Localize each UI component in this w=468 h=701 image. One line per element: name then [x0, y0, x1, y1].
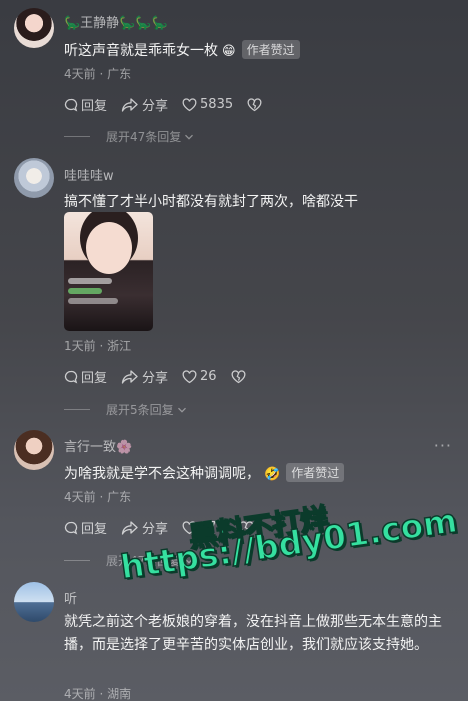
dislike-button[interactable] [247, 97, 265, 112]
emoji-icon: 🤣 [264, 467, 281, 482]
heart-icon [182, 97, 197, 111]
comment-author[interactable]: 🦕王静静🦕🦕🦕 [64, 12, 168, 31]
emoji-icon: 😁 [222, 44, 236, 59]
avatar[interactable] [14, 8, 54, 48]
share-icon [121, 520, 138, 535]
comment-actions: 回复 分享 5835 [64, 95, 279, 114]
comment-author[interactable]: 言行一致🌸 [64, 436, 132, 455]
comment-text: 就凭之前这个老板娘的穿着，没在抖音上做那些无本生意的主播，而是选择了更辛苦的实体… [64, 614, 442, 653]
image-subject [86, 222, 132, 274]
heart-icon [182, 369, 197, 383]
image-overlay [68, 288, 102, 294]
share-icon [121, 369, 138, 384]
comment-text: 听这声音就是乖乖女一枚 😁 作者赞过 [64, 40, 300, 60]
share-label: 分享 [142, 371, 169, 386]
comment-image[interactable] [64, 212, 153, 331]
comment-meta: 4天前 · 广东 [64, 67, 132, 81]
reply-icon [64, 370, 78, 383]
reply-label: 回复 [81, 99, 108, 114]
expand-replies-label: 展开47条回复 [106, 130, 182, 144]
reply-button[interactable]: 回复 [64, 367, 107, 386]
share-label: 分享 [142, 522, 169, 537]
more-options-icon[interactable]: ··· [434, 436, 452, 455]
comment-text-body: 为啥我就是学不会这种调调呢， [64, 466, 260, 482]
share-button[interactable]: 分享 [121, 95, 168, 114]
comment-author[interactable]: 哇哇哇w [64, 165, 114, 184]
reply-label: 回复 [81, 371, 108, 386]
like-button[interactable]: 26 [182, 369, 217, 384]
like-button[interactable]: 5835 [182, 97, 233, 112]
reply-button[interactable]: 回复 [64, 518, 107, 537]
comment-text-body: 听这声音就是乖乖女一枚 [64, 43, 218, 59]
expand-replies[interactable]: 展开47条回复 [64, 128, 195, 145]
broken-heart-icon [231, 369, 246, 383]
author-liked-badge: 作者赞过 [286, 463, 345, 482]
avatar[interactable] [14, 430, 54, 470]
image-overlay [68, 278, 112, 284]
comment-text: 搞不懂了才半小时都没有就封了两次，啥都没干 [64, 194, 358, 210]
chevron-down-icon [177, 407, 186, 413]
image-overlay [68, 298, 118, 304]
like-count: 5835 [200, 97, 234, 112]
divider [64, 409, 90, 410]
share-label: 分享 [142, 99, 169, 114]
chevron-down-icon [185, 134, 194, 140]
comment-meta: 4天前 · 湖南 [64, 687, 132, 701]
reply-button[interactable]: 回复 [64, 95, 107, 114]
reply-label: 回复 [81, 522, 108, 537]
expand-replies-label: 展开5条回复 [106, 403, 174, 417]
reply-icon [64, 98, 78, 111]
comment-actions: 回复 分享 26 [64, 367, 263, 386]
comment-author[interactable]: 听 [64, 588, 77, 607]
avatar[interactable] [14, 158, 54, 198]
share-icon [121, 97, 138, 112]
share-button[interactable]: 分享 [121, 518, 168, 537]
avatar[interactable] [14, 582, 54, 622]
author-liked-badge: 作者赞过 [241, 40, 300, 59]
divider [64, 136, 90, 137]
broken-heart-icon [247, 97, 262, 111]
comment-meta: 4天前 · 广东 [64, 490, 132, 504]
like-count: 26 [200, 369, 217, 384]
comment-text: 为啥我就是学不会这种调调呢， 🤣 作者赞过 [64, 463, 345, 483]
reply-icon [64, 521, 78, 534]
divider [64, 560, 90, 561]
comment-meta: 1天前 · 浙江 [64, 339, 132, 353]
dislike-button[interactable] [231, 369, 249, 384]
share-button[interactable]: 分享 [121, 367, 168, 386]
expand-replies[interactable]: 展开5条回复 [64, 401, 188, 418]
